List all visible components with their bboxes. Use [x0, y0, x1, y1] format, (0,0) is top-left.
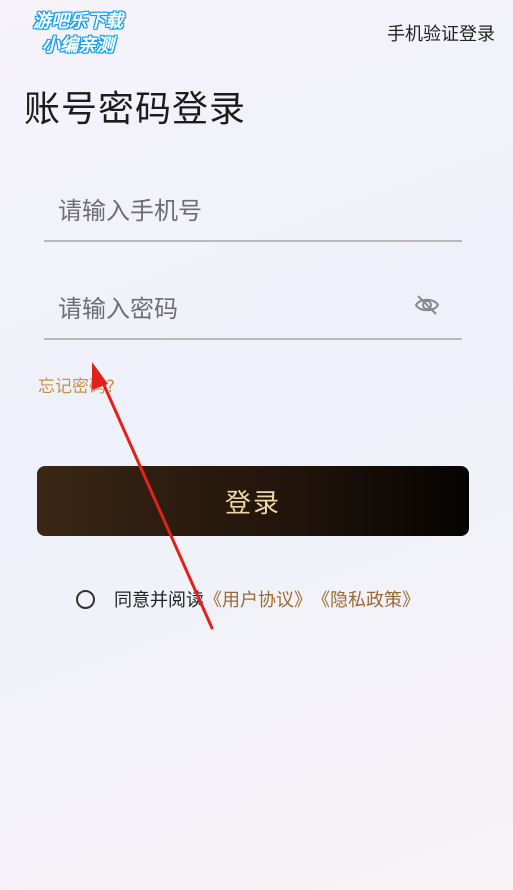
user-agreement-link[interactable]: 《用户协议》: [204, 586, 312, 612]
annotation-arrow: [92, 362, 214, 630]
radio-unchecked-icon[interactable]: [76, 589, 95, 609]
password-field: [44, 280, 462, 340]
agreement-row: 同意并阅读 《用户协议》 《隐私政策》: [76, 586, 420, 612]
phone-input[interactable]: [44, 182, 462, 240]
password-input[interactable]: [44, 280, 462, 338]
watermark-logo: 游吧乐下载 小编亲测: [8, 10, 148, 58]
forgot-password-link[interactable]: 忘记密码?: [38, 372, 115, 397]
phone-verify-login-link[interactable]: 手机验证登录: [387, 20, 495, 46]
agreement-text: 同意并阅读: [114, 590, 204, 611]
phone-field: [44, 182, 462, 242]
watermark-line1: 游吧乐下载: [33, 11, 123, 32]
privacy-policy-link[interactable]: 《隐私政策》: [312, 586, 420, 612]
watermark-line2: 小编亲测: [42, 35, 114, 56]
login-button[interactable]: 登录: [37, 466, 469, 536]
eye-off-icon[interactable]: [414, 294, 440, 316]
page-title: 账号密码登录: [24, 89, 247, 130]
